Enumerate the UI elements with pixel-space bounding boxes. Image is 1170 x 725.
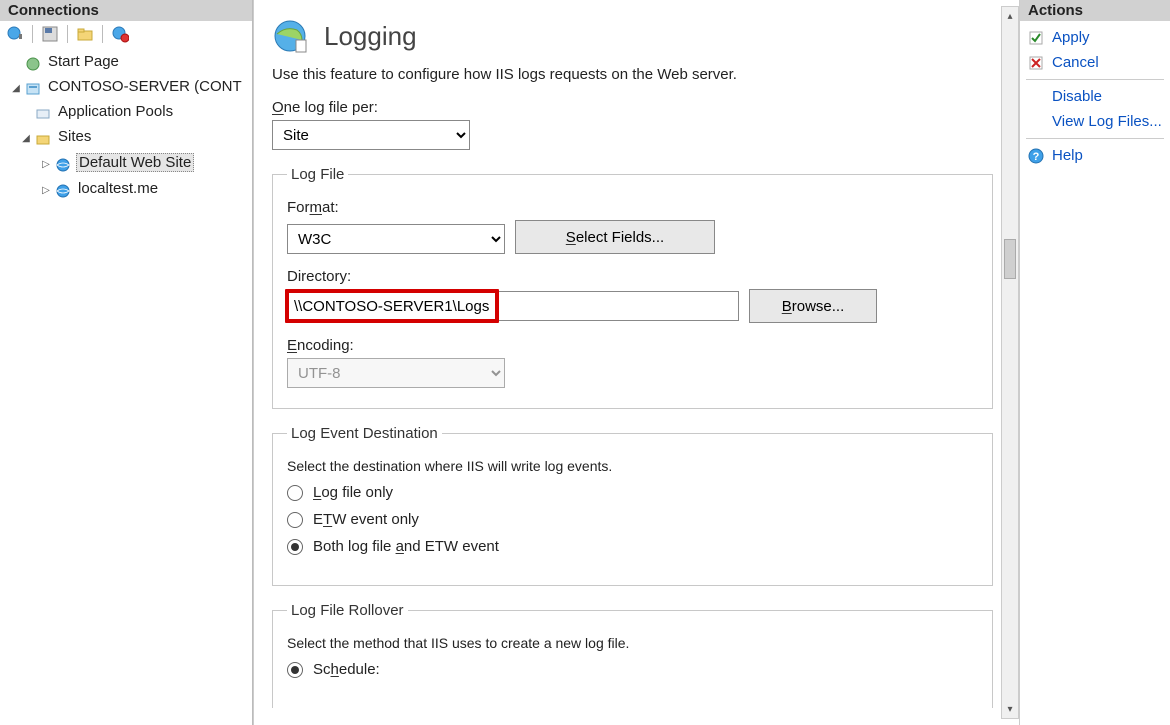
expand-icon[interactable]: ▷ <box>40 185 52 196</box>
actions-header: Actions <box>1020 0 1170 21</box>
directory-label: Directory: <box>287 268 978 285</box>
connections-header: Connections <box>0 0 252 21</box>
home-icon <box>24 55 42 73</box>
divider <box>1026 79 1164 80</box>
one-per-label: One log file per: <box>272 99 993 116</box>
dest-both[interactable]: Both log file and ETW event <box>287 538 978 555</box>
connections-toolbar <box>0 21 252 47</box>
format-label: Format: <box>287 199 978 216</box>
separator-icon <box>102 25 103 43</box>
collapse-icon[interactable]: ◢ <box>10 83 22 94</box>
action-help[interactable]: ? Help <box>1026 143 1164 168</box>
scroll-thumb[interactable] <box>1004 239 1016 279</box>
rollover-legend: Log File Rollover <box>287 602 408 619</box>
action-cancel[interactable]: Cancel <box>1026 50 1164 75</box>
scroll-up-icon[interactable]: ▴ <box>1002 7 1018 25</box>
radio-checked-icon <box>287 539 303 555</box>
action-view-logs[interactable]: View Log Files... <box>1026 109 1164 134</box>
encoding-label: Encoding: <box>287 337 978 354</box>
radio-checked-icon <box>287 662 303 678</box>
stop-icon[interactable] <box>111 25 129 43</box>
cancel-icon <box>1028 55 1044 71</box>
logging-feature-icon <box>272 18 308 54</box>
tree-site-localtest[interactable]: ▷ localtest.me <box>2 178 250 203</box>
action-disable[interactable]: Disable <box>1026 84 1164 109</box>
refresh-icon[interactable] <box>6 25 24 43</box>
dest-log-file-only[interactable]: Log file only <box>287 484 978 501</box>
page-description: Use this feature to configure how IIS lo… <box>272 66 993 83</box>
tree-sites[interactable]: ◢ Sites <box>2 126 250 151</box>
globe-icon <box>54 156 72 174</box>
server-icon <box>24 80 42 98</box>
help-icon: ? <box>1028 148 1044 164</box>
page-title: Logging <box>324 21 417 52</box>
radio-icon <box>287 512 303 528</box>
rollover-desc: Select the method that IIS uses to creat… <box>287 635 978 651</box>
connections-pane: Connections Start Page ◢ <box>0 0 253 725</box>
log-file-legend: Log File <box>287 166 348 183</box>
radio-icon <box>287 485 303 501</box>
main-content: Logging Use this feature to configure ho… <box>253 0 1020 725</box>
tree-site-default[interactable]: ▷ Default Web Site <box>2 151 250 178</box>
log-file-group: Log File Format: W3C Select Fields... Di… <box>272 166 993 409</box>
scroll-down-icon[interactable]: ▾ <box>1002 700 1018 718</box>
destination-legend: Log Event Destination <box>287 425 442 442</box>
select-fields-button[interactable]: Select Fields... <box>515 220 715 254</box>
one-per-select[interactable]: Site <box>272 120 470 150</box>
destination-desc: Select the destination where IIS will wr… <box>287 458 978 474</box>
action-apply[interactable]: Apply <box>1026 25 1164 50</box>
vertical-scrollbar[interactable]: ▴ ▾ <box>1001 6 1019 719</box>
app-pool-icon <box>34 105 52 123</box>
save-icon[interactable] <box>41 25 59 43</box>
actions-pane: Actions Apply Cancel Disable View Log Fi… <box>1020 0 1170 725</box>
open-icon[interactable] <box>76 25 94 43</box>
apply-icon <box>1028 30 1044 46</box>
connections-tree[interactable]: Start Page ◢ CONTOSO-SERVER (CONT Applic… <box>0 47 252 207</box>
collapse-icon[interactable]: ◢ <box>20 133 32 144</box>
folder-icon <box>34 130 52 148</box>
format-select[interactable]: W3C <box>287 224 505 254</box>
tree-start-page[interactable]: Start Page <box>2 51 250 76</box>
globe-icon <box>54 182 72 200</box>
encoding-select: UTF-8 <box>287 358 505 388</box>
rollover-schedule[interactable]: Schedule: <box>287 661 978 678</box>
destination-group: Log Event Destination Select the destina… <box>272 425 993 586</box>
tree-app-pools[interactable]: Application Pools <box>2 101 250 126</box>
expand-icon[interactable]: ▷ <box>40 159 52 170</box>
browse-button[interactable]: Browse... <box>749 289 877 323</box>
divider <box>1026 138 1164 139</box>
dest-etw-only[interactable]: ETW event only <box>287 511 978 528</box>
separator-icon <box>67 25 68 43</box>
rollover-group: Log File Rollover Select the method that… <box>272 602 993 708</box>
tree-server[interactable]: ◢ CONTOSO-SERVER (CONT <box>2 76 250 101</box>
directory-input[interactable] <box>287 291 739 321</box>
separator-icon <box>32 25 33 43</box>
svg-text:?: ? <box>1033 151 1040 163</box>
